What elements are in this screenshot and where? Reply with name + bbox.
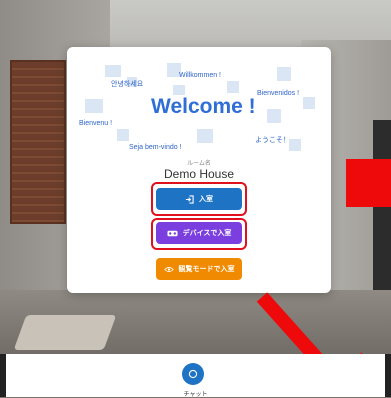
- chat-button[interactable]: [182, 363, 204, 385]
- red-arrow-annotation: [256, 292, 362, 397]
- chat-bubble-icon: [188, 369, 198, 379]
